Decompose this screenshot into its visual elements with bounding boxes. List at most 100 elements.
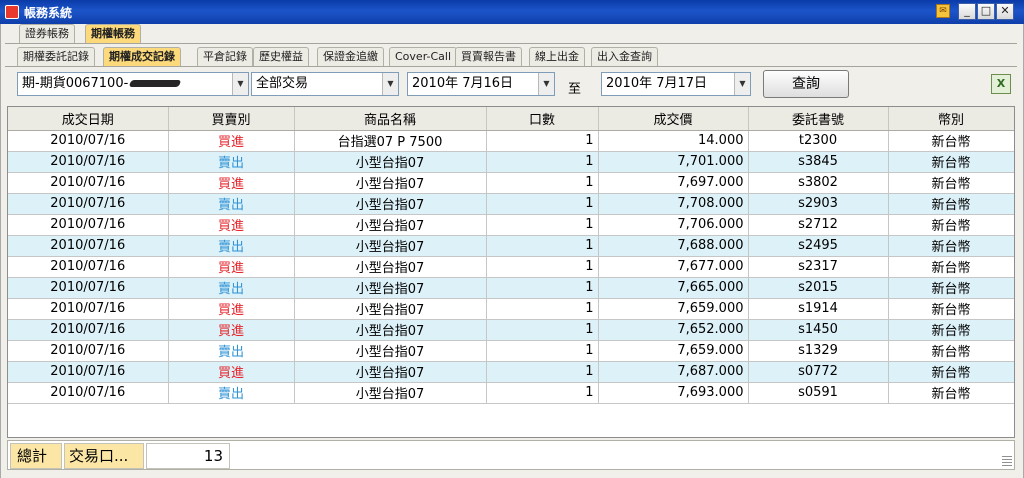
table-row[interactable]: 2010/07/16 賣出 小型台指07 1 7,665.000 s2015 新台幣 (8, 277, 1014, 299)
cell-currency: 新台幣 (888, 340, 1014, 362)
header-product[interactable]: 商品名稱 (294, 107, 487, 131)
cell-currency: 新台幣 (888, 298, 1014, 320)
summary-lots-label: 交易口... (64, 443, 144, 469)
excel-export-icon[interactable]: X (991, 74, 1011, 94)
cell-currency: 新台幣 (888, 382, 1014, 404)
header-side[interactable]: 買賣別 (168, 107, 295, 131)
cell-lots: 1 (486, 214, 599, 236)
table-row[interactable]: 2010/07/16 賣出 小型台指07 1 7,708.000 s2903 新台幣 (8, 193, 1014, 215)
cell-lots: 1 (486, 256, 599, 278)
cell-lots: 1 (486, 130, 599, 152)
trade-type-select[interactable]: 全部交易 ▼ (251, 72, 399, 96)
cell-currency: 新台幣 (888, 172, 1014, 194)
app-icon (5, 5, 19, 19)
window-title: 帳務系統 (24, 6, 73, 20)
cell-trade-date: 2010/07/16 (8, 361, 169, 383)
tab-close-records[interactable]: 平倉記錄 (197, 47, 253, 66)
table-row[interactable]: 2010/07/16 買進 小型台指07 1 7,677.000 s2317 新台幣 (8, 256, 1014, 278)
header-lots[interactable]: 口數 (486, 107, 599, 131)
cell-side: 買進 (168, 298, 295, 320)
cell-currency: 新台幣 (888, 214, 1014, 236)
cell-price: 7,677.000 (598, 256, 749, 278)
table-row[interactable]: 2010/07/16 買進 小型台指07 1 7,706.000 s2712 新台幣 (8, 214, 1014, 236)
maximize-button[interactable]: □ (977, 3, 995, 20)
header-currency[interactable]: 幣別 (888, 107, 1014, 131)
table-row[interactable]: 2010/07/16 買進 小型台指07 1 7,697.000 s3802 新台幣 (8, 172, 1014, 194)
table-row[interactable]: 2010/07/16 買進 小型台指07 1 7,652.000 s1450 新台幣 (8, 319, 1014, 341)
cell-side: 賣出 (168, 382, 295, 404)
chevron-down-icon[interactable]: ▼ (538, 73, 554, 95)
table-row[interactable]: 2010/07/16 賣出 小型台指07 1 7,693.000 s0591 新台幣 (8, 382, 1014, 404)
tab-futures-options[interactable]: 期權帳務 (85, 24, 141, 43)
tab-trade-report[interactable]: 買賣報告書 (455, 47, 522, 66)
close-button[interactable]: ✕ (996, 3, 1014, 20)
cell-product: 台指選07 P 7500 (294, 130, 487, 152)
table-row[interactable]: 2010/07/16 賣出 小型台指07 1 7,688.000 s2495 新台幣 (8, 235, 1014, 257)
cell-order-no: s2903 (748, 193, 889, 215)
cell-order-no: s2712 (748, 214, 889, 236)
account-select[interactable]: 期-期貨0067100- ▼ (17, 72, 249, 96)
cell-currency: 新台幣 (888, 277, 1014, 299)
cell-order-no: s3845 (748, 151, 889, 173)
table-row[interactable]: 2010/07/16 買進 台指選07 P 7500 1 14.000 t2300 新台幣 (8, 130, 1014, 152)
cell-price: 7,693.000 (598, 382, 749, 404)
chevron-down-icon[interactable]: ▼ (232, 73, 248, 95)
tab-online-withdrawal[interactable]: 線上出金 (529, 47, 585, 66)
minimize-button[interactable]: _ (958, 3, 976, 20)
cell-product: 小型台指07 (294, 319, 487, 341)
tab-cover-call[interactable]: Cover-Call (389, 47, 458, 66)
header-order-no[interactable]: 委託書號 (748, 107, 889, 131)
tab-securities[interactable]: 證券帳務 (19, 24, 75, 43)
cell-price: 7,665.000 (598, 277, 749, 299)
header-trade-date[interactable]: 成交日期 (8, 107, 169, 131)
cell-product: 小型台指07 (294, 361, 487, 383)
cell-trade-date: 2010/07/16 (8, 130, 169, 152)
cell-product: 小型台指07 (294, 277, 487, 299)
redacted-mark (129, 80, 182, 87)
tab-fund-query[interactable]: 出入金查詢 (591, 47, 658, 66)
cell-lots: 1 (486, 172, 599, 194)
notification-icon[interactable]: ✉ (936, 4, 950, 18)
cell-trade-date: 2010/07/16 (8, 172, 169, 194)
cell-lots: 1 (486, 193, 599, 215)
chevron-down-icon[interactable]: ▼ (734, 73, 750, 95)
cell-order-no: s1914 (748, 298, 889, 320)
cell-side: 買進 (168, 172, 295, 194)
cell-side: 買進 (168, 319, 295, 341)
tab-history-equity[interactable]: 歷史權益 (253, 47, 309, 66)
tab-order-records[interactable]: 期權委託記錄 (17, 47, 95, 66)
cell-side: 買進 (168, 256, 295, 278)
table-row[interactable]: 2010/07/16 賣出 小型台指07 1 7,701.000 s3845 新台幣 (8, 151, 1014, 173)
cell-product: 小型台指07 (294, 172, 487, 194)
cell-product: 小型台指07 (294, 382, 487, 404)
tab-trade-records[interactable]: 期權成交記錄 (103, 47, 181, 66)
cell-price: 7,708.000 (598, 193, 749, 215)
cell-order-no: s2317 (748, 256, 889, 278)
summary-bar: 總計 交易口... 13 (7, 440, 1015, 470)
cell-trade-date: 2010/07/16 (8, 151, 169, 173)
date-to-value: 2010年 7月17日 (606, 76, 708, 91)
cell-trade-date: 2010/07/16 (8, 319, 169, 341)
cell-price: 14.000 (598, 130, 749, 152)
header-price[interactable]: 成交價 (598, 107, 749, 131)
table-row[interactable]: 2010/07/16 賣出 小型台指07 1 7,659.000 s1329 新台幣 (8, 340, 1014, 362)
query-button[interactable]: 查詢 (763, 70, 849, 98)
cell-lots: 1 (486, 319, 599, 341)
chevron-down-icon[interactable]: ▼ (382, 73, 398, 95)
cell-price: 7,701.000 (598, 151, 749, 173)
table-row[interactable]: 2010/07/16 買進 小型台指07 1 7,659.000 s1914 新台幣 (8, 298, 1014, 320)
cell-currency: 新台幣 (888, 235, 1014, 257)
date-from-picker[interactable]: 2010年 7月16日 ▼ (407, 72, 555, 96)
date-to-picker[interactable]: 2010年 7月17日 ▼ (601, 72, 751, 96)
cell-side: 買進 (168, 361, 295, 383)
cell-lots: 1 (486, 298, 599, 320)
table-body: 2010/07/16 買進 台指選07 P 7500 1 14.000 t2300 新台幣 2… (8, 130, 1014, 404)
table-header-row: 成交日期 買賣別 商品名稱 口數 成交價 委託書號 幣別 (8, 107, 1014, 131)
tab-margin-call[interactable]: 保證金追繳 (317, 47, 384, 66)
resize-grip-icon[interactable] (1002, 454, 1012, 466)
cell-order-no: s0591 (748, 382, 889, 404)
tab-divider (5, 43, 1017, 44)
cell-side: 賣出 (168, 193, 295, 215)
cell-price: 7,687.000 (598, 361, 749, 383)
table-row[interactable]: 2010/07/16 買進 小型台指07 1 7,687.000 s0772 新台幣 (8, 361, 1014, 383)
